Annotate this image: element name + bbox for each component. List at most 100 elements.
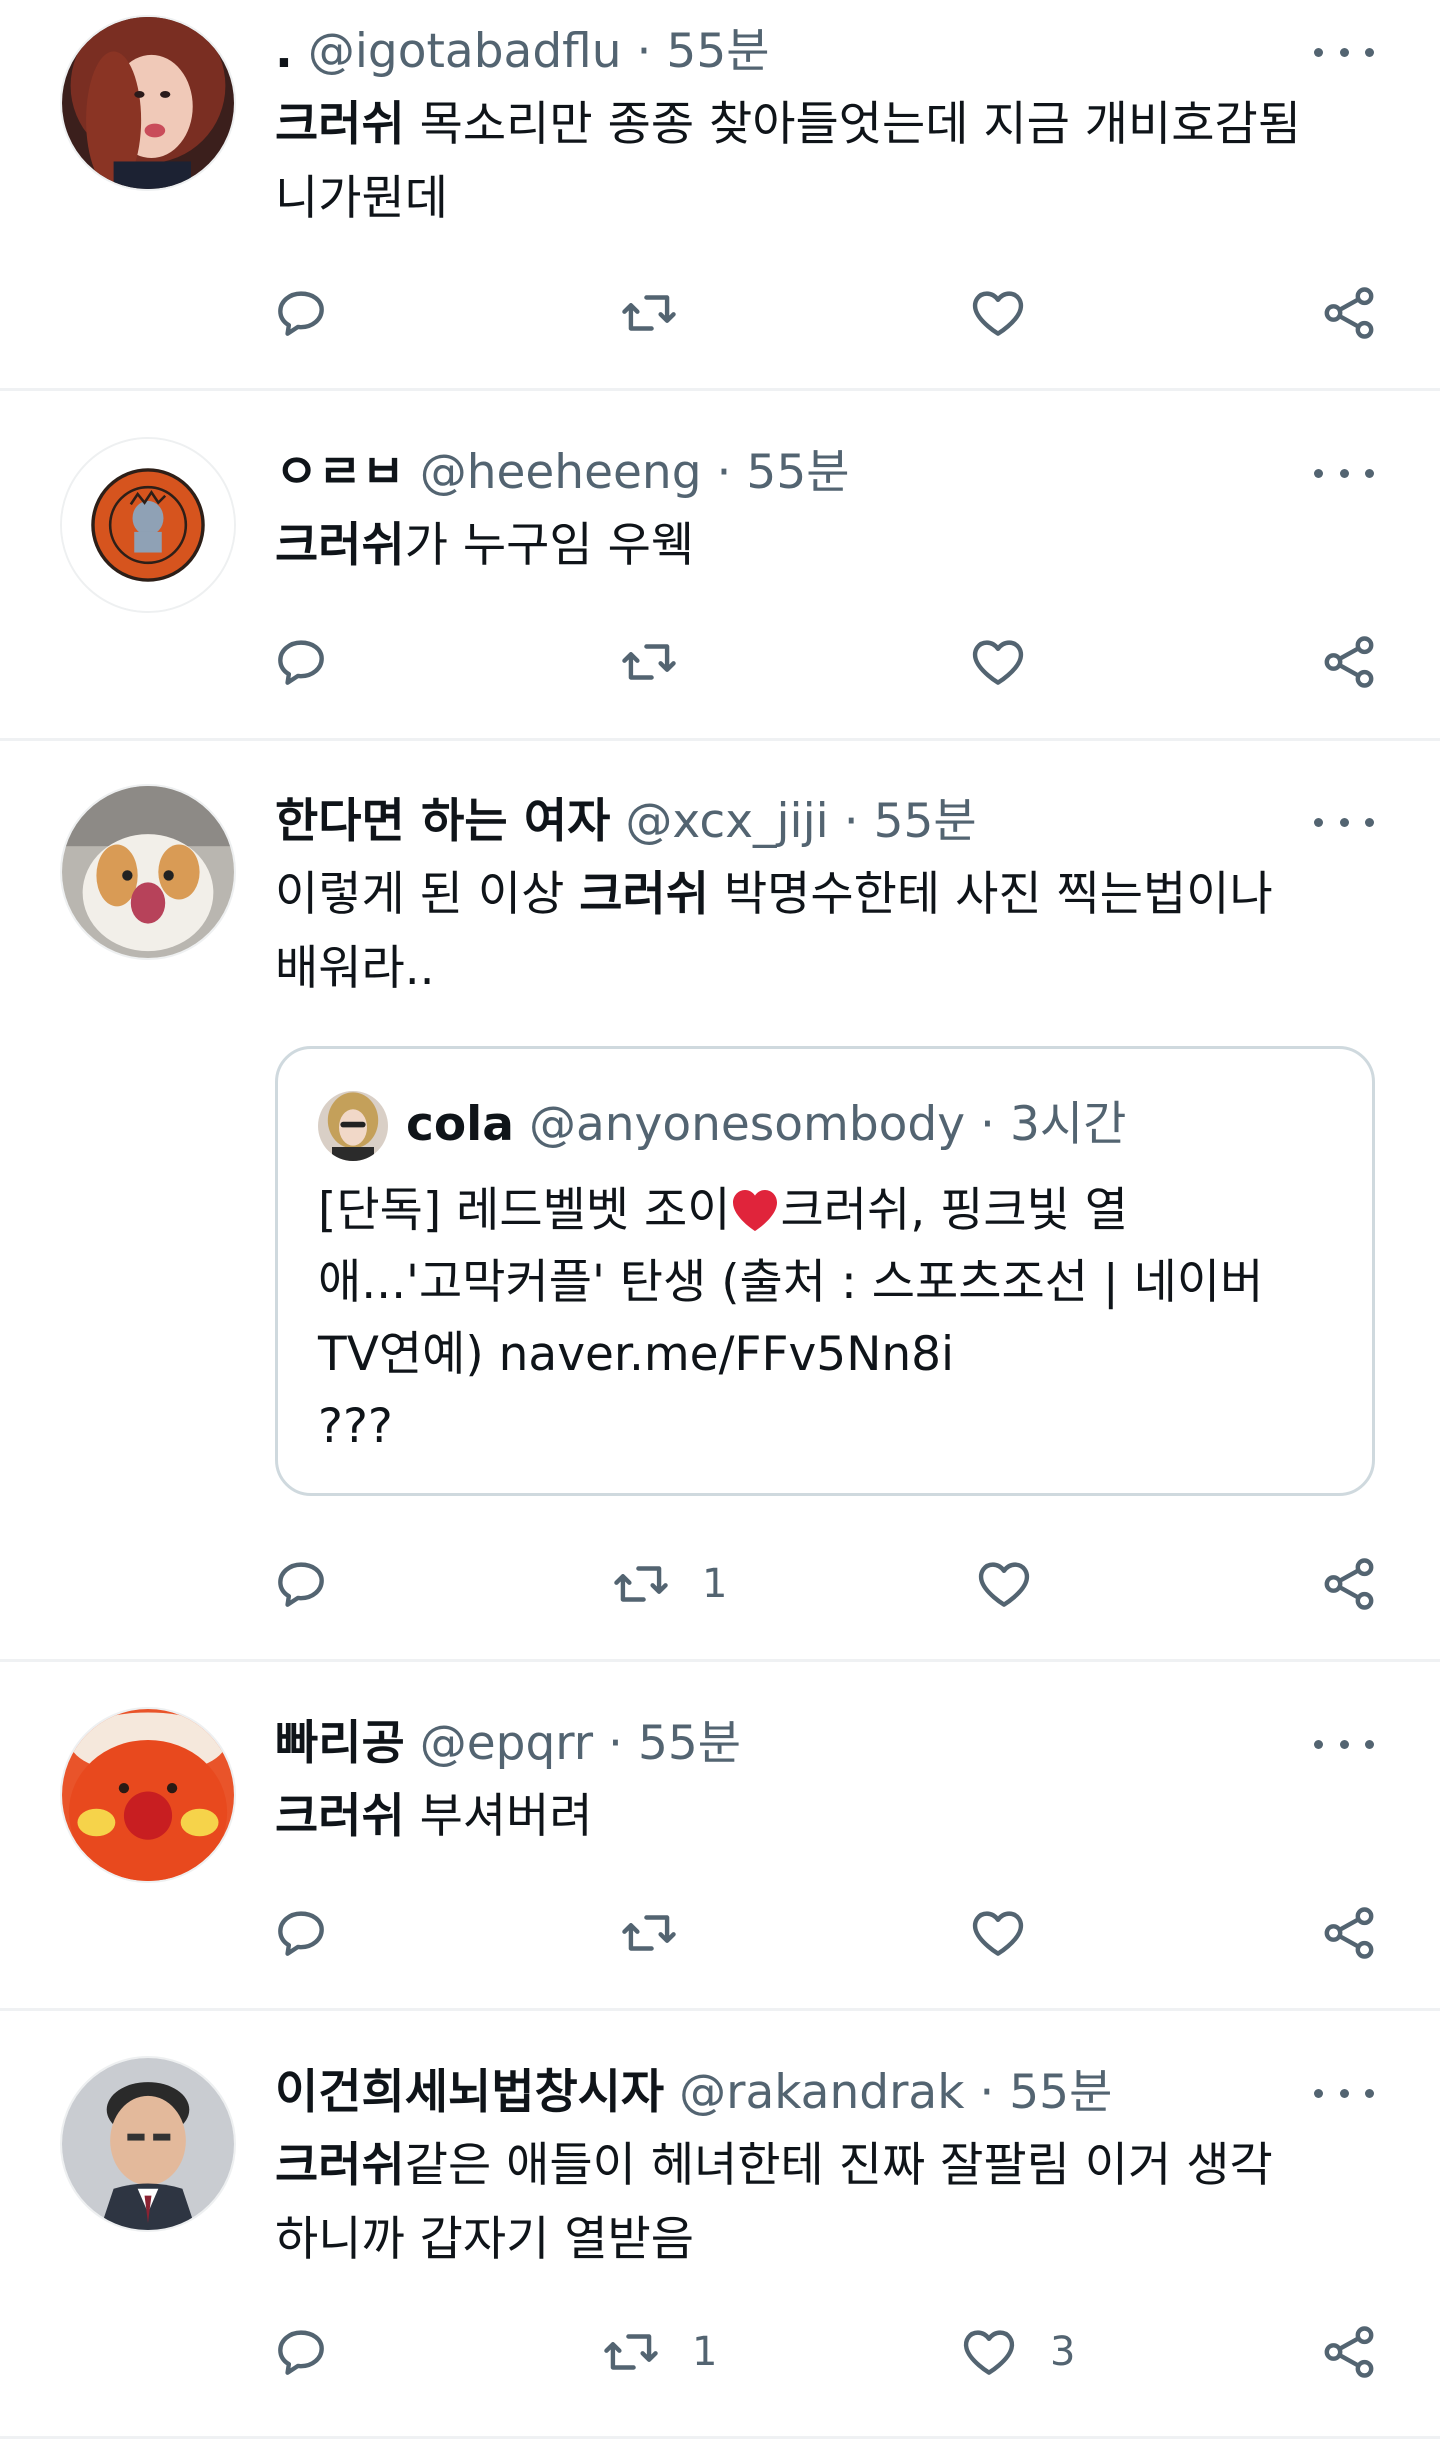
avatar[interactable] bbox=[60, 15, 236, 191]
timestamp[interactable]: 55분 bbox=[874, 794, 977, 849]
share-icon bbox=[1324, 636, 1374, 688]
keyword-highlight: 크러쉬 bbox=[275, 518, 405, 573]
retweet-icon bbox=[604, 2334, 658, 2370]
heart-icon bbox=[963, 2330, 1015, 2375]
share-icon bbox=[1324, 2326, 1374, 2378]
timestamp[interactable]: 55분 bbox=[1009, 2065, 1112, 2120]
action-bar bbox=[270, 1898, 1410, 1968]
quoted-separator: · bbox=[980, 1097, 995, 1152]
timeline: . @igotabadflu · 55분 크러쉬 목소리만 종종 찾아들엇는데 … bbox=[0, 0, 1440, 2445]
quoted-header: cola @anyonesombody · 3시간 bbox=[406, 1097, 1126, 1153]
like-button[interactable] bbox=[967, 1898, 1059, 1968]
tweet-text: 크러쉬 목소리만 종종 찾아들엇는데 지금 개비호감됨 니가뭔데 bbox=[275, 88, 1385, 236]
separator: · bbox=[636, 24, 652, 79]
handle[interactable]: @epqrr bbox=[420, 1716, 593, 1771]
reply-icon bbox=[278, 1911, 324, 1956]
share-button[interactable] bbox=[1318, 627, 1380, 697]
action-bar bbox=[270, 627, 1410, 697]
more-options-icon[interactable] bbox=[1314, 2073, 1374, 2113]
retweet-icon bbox=[622, 295, 676, 331]
tweet-header: 이건희세뇌법창시자 @rakandrak · 55분 bbox=[275, 2065, 1112, 2121]
share-icon bbox=[1324, 1907, 1374, 1959]
like-button[interactable]: 3 bbox=[958, 2317, 1075, 2387]
heart-icon bbox=[972, 640, 1024, 685]
tweet-text: 크러쉬 부셔버려 bbox=[275, 1780, 1385, 1854]
share-button[interactable] bbox=[1318, 2317, 1380, 2387]
tweet-text: 이렇게 된 이상 크러쉬 박명수한테 사진 찍는법이나 배워라.. bbox=[275, 858, 1385, 1006]
share-button[interactable] bbox=[1318, 278, 1380, 348]
quoted-text-rest: 애...'고막커플' 탄생 (출처 : 스포츠조선 | 네이버 TV연예) na… bbox=[318, 1255, 1264, 1454]
handle[interactable]: @xcx_jiji bbox=[625, 794, 828, 849]
retweet-button[interactable]: 1 bbox=[610, 1549, 727, 1619]
keyword-highlight: 크러쉬 bbox=[275, 1789, 405, 1844]
reply-button[interactable] bbox=[270, 278, 332, 348]
quoted-avatar bbox=[318, 1091, 388, 1161]
more-options-icon[interactable] bbox=[1314, 802, 1374, 842]
action-bar bbox=[270, 278, 1410, 348]
tweet-text-before: 이렇게 된 이상 bbox=[275, 867, 580, 922]
more-options-icon[interactable] bbox=[1314, 453, 1374, 493]
reply-button[interactable] bbox=[270, 2317, 332, 2387]
reply-button[interactable] bbox=[270, 1898, 332, 1968]
like-button[interactable] bbox=[973, 1549, 1065, 1619]
tweet-text-rest: 가 누구임 우웩 bbox=[404, 518, 695, 573]
tweet[interactable]: ㅇㄹㅂ @heeheeng · 55분 크러쉬가 누구임 우웩 bbox=[0, 391, 1440, 741]
quoted-timestamp: 3시간 bbox=[1009, 1097, 1127, 1152]
retweet-icon bbox=[614, 1566, 668, 1602]
tweet[interactable]: 이건희세뇌법창시자 @rakandrak · 55분 크러쉬같은 애들이 헤녀한… bbox=[0, 2011, 1440, 2445]
retweet-button[interactable] bbox=[618, 1898, 710, 1968]
separator: · bbox=[843, 794, 859, 849]
red-heart-emoji-icon bbox=[733, 1190, 778, 1231]
retweet-count: 1 bbox=[702, 1561, 728, 1607]
avatar[interactable] bbox=[60, 1707, 236, 1883]
more-options-icon[interactable] bbox=[1314, 1724, 1374, 1764]
retweet-button[interactable]: 1 bbox=[600, 2317, 717, 2387]
retweet-icon bbox=[622, 1915, 676, 1951]
display-name[interactable]: ㅇㄹㅂ bbox=[275, 445, 405, 500]
share-icon bbox=[1324, 1558, 1374, 1610]
share-button[interactable] bbox=[1318, 1549, 1380, 1619]
tweet-header: ㅇㄹㅂ @heeheeng · 55분 bbox=[275, 445, 849, 501]
display-name[interactable]: . bbox=[275, 24, 293, 79]
like-button[interactable] bbox=[967, 627, 1059, 697]
display-name[interactable]: 빠리공 bbox=[275, 1716, 405, 1771]
action-bar: 1 bbox=[270, 1549, 1410, 1619]
reply-icon bbox=[278, 640, 324, 685]
retweet-button[interactable] bbox=[618, 627, 710, 697]
timestamp[interactable]: 55분 bbox=[638, 1716, 741, 1771]
reply-button[interactable] bbox=[270, 1549, 332, 1619]
tweet-header: 한다면 하는 여자 @xcx_jiji · 55분 bbox=[275, 794, 977, 850]
tweet[interactable]: . @igotabadflu · 55분 크러쉬 목소리만 종종 찾아들엇는데 … bbox=[0, 0, 1440, 390]
like-button[interactable] bbox=[967, 278, 1059, 348]
reply-icon bbox=[278, 291, 324, 336]
share-button[interactable] bbox=[1318, 1898, 1380, 1968]
handle[interactable]: @heeheeng bbox=[420, 445, 702, 500]
reply-button[interactable] bbox=[270, 627, 332, 697]
avatar[interactable] bbox=[60, 784, 236, 960]
divider bbox=[0, 2436, 1440, 2439]
tweet-header: 빠리공 @epqrr · 55분 bbox=[275, 1716, 741, 1772]
separator: · bbox=[979, 2065, 995, 2120]
tweet[interactable]: 빠리공 @epqrr · 55분 크러쉬 부셔버려 bbox=[0, 1662, 1440, 2006]
reply-icon bbox=[278, 1562, 324, 1607]
retweet-button[interactable] bbox=[618, 278, 710, 348]
keyword-highlight: 크러쉬 bbox=[579, 867, 709, 922]
quoted-text-line1b: 크러쉬, 핑크빛 열 bbox=[780, 1183, 1128, 1238]
quoted-handle: @anyonesombody bbox=[528, 1097, 966, 1152]
timestamp[interactable]: 55분 bbox=[666, 24, 769, 79]
handle[interactable]: @igotabadflu bbox=[308, 24, 622, 79]
more-options-icon[interactable] bbox=[1314, 32, 1374, 72]
heart-icon bbox=[972, 291, 1024, 336]
tweet-text-rest: 목소리만 종종 찾아들엇는데 지금 개비호감됨 니가뭔데 bbox=[275, 97, 1301, 226]
handle[interactable]: @rakandrak bbox=[679, 2065, 964, 2120]
display-name[interactable]: 이건희세뇌법창시자 bbox=[275, 2065, 664, 2120]
avatar[interactable] bbox=[60, 2056, 236, 2232]
keyword-highlight: 크러쉬 bbox=[275, 97, 405, 152]
quoted-tweet-card[interactable]: cola @anyonesombody · 3시간 [단독] 레드벨벳 조이 크러… bbox=[275, 1046, 1375, 1496]
quoted-text-line1a: [단독] 레드벨벳 조이 bbox=[318, 1183, 731, 1238]
quoted-display-name: cola bbox=[406, 1097, 514, 1152]
quoted-text: [단독] 레드벨벳 조이 크러쉬, 핑크빛 열 애...'고막커플' 탄생 (출처… bbox=[318, 1175, 1328, 1463]
avatar[interactable] bbox=[60, 437, 236, 613]
display-name[interactable]: 한다면 하는 여자 bbox=[275, 794, 610, 849]
timestamp[interactable]: 55분 bbox=[746, 445, 849, 500]
